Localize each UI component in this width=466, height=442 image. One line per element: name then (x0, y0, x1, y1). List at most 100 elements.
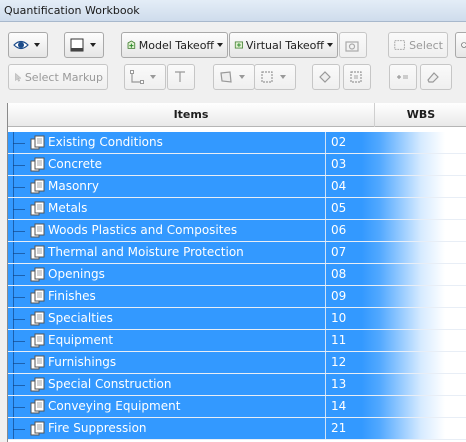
table-row[interactable]: Furnishings 12 (8, 352, 466, 374)
group-icon (350, 71, 362, 83)
table-row[interactable]: Concrete 03 (8, 154, 466, 176)
catalog-item-icon (30, 201, 45, 216)
table-row[interactable]: Woods Plastics and Composites 06 (8, 220, 466, 242)
row-item-name: Openings (48, 267, 105, 281)
chevron-down-icon (217, 43, 223, 47)
tree-connector (13, 396, 27, 418)
virtual-takeoff-label: Virtual Takeoff (245, 38, 324, 52)
area-takeoff-button[interactable] (213, 64, 255, 90)
row-wbs-code: 05 (325, 198, 445, 219)
row-item-name: Special Construction (48, 377, 172, 391)
model-takeoff-icon (127, 40, 136, 49)
catalog-item-icon (30, 179, 45, 194)
table-row[interactable]: Openings 08 (8, 264, 466, 286)
model-takeoff-label: Model Takeoff (138, 38, 214, 52)
table-row[interactable]: Specialties 10 (8, 308, 466, 330)
tree-connector (13, 308, 27, 330)
catalog-item-icon (30, 157, 45, 172)
tree-connector (13, 418, 27, 440)
table-row[interactable]: Masonry 04 (8, 176, 466, 198)
row-wbs-code: 11 (325, 330, 445, 351)
rectangle-takeoff-button[interactable] (254, 64, 296, 90)
select-markup-button[interactable]: Select Markup (8, 64, 108, 90)
column-header-wbs[interactable]: WBS (375, 103, 466, 127)
catalog-item-icon (30, 267, 45, 282)
row-wbs-code: 06 (325, 220, 445, 241)
select-button[interactable]: Select (388, 32, 448, 58)
options-icon (461, 42, 466, 48)
catalog-item-icon (30, 377, 45, 392)
row-item-name: Specialties (48, 311, 113, 325)
catalog-item-icon (30, 399, 45, 414)
visibility-button[interactable] (8, 32, 48, 58)
erase-markup-button[interactable] (420, 64, 452, 90)
table-row[interactable]: Equipment 11 (8, 330, 466, 352)
select-icon (394, 40, 405, 50)
row-wbs-code: 08 (325, 264, 445, 285)
cursor-arrow-icon (15, 72, 22, 82)
camera-sync-button[interactable] (339, 32, 367, 58)
catalog-item-icon (30, 223, 45, 238)
catalog-item-icon (30, 135, 45, 150)
tree-connector (13, 154, 27, 176)
column-header-items[interactable]: Items (8, 103, 375, 127)
eye-icon (13, 40, 29, 50)
grid-rows: Existing Conditions 02 Concrete 03 Masonry 04… (8, 132, 466, 440)
tree-connector (13, 132, 27, 154)
row-item-name: Finishes (48, 289, 96, 303)
row-item-name: Thermal and Moisture Protection (48, 245, 244, 259)
select-markup-label: Select Markup (24, 70, 103, 84)
table-row[interactable]: Finishes 09 (8, 286, 466, 308)
panel-icon (70, 38, 84, 52)
tree-connector (13, 242, 27, 264)
chevron-down-icon (239, 75, 245, 79)
catalog-item-icon (30, 355, 45, 370)
row-item-name: Masonry (48, 179, 99, 193)
view-button[interactable] (64, 32, 104, 58)
camera-icon (345, 41, 359, 52)
tree-connector (13, 330, 27, 352)
row-wbs-code: 04 (325, 176, 445, 197)
count-takeoff-button[interactable] (167, 64, 195, 90)
catalog-item-icon (30, 333, 45, 348)
paint-bucket-icon (319, 71, 331, 83)
rectangle-shape-icon (261, 71, 273, 83)
catalog-item-icon (30, 421, 45, 436)
row-item-name: Equipment (48, 333, 114, 347)
table-row[interactable]: Conveying Equipment 14 (8, 396, 466, 418)
catalog-item-icon (30, 289, 45, 304)
model-takeoff-button[interactable]: Model Takeoff (121, 32, 228, 58)
virtual-takeoff-button[interactable]: Virtual Takeoff (229, 32, 338, 58)
tree-connector (13, 286, 27, 308)
row-item-name: Metals (48, 201, 88, 215)
chevron-down-icon (280, 75, 286, 79)
row-wbs-code: 13 (325, 374, 445, 395)
group-markup-button[interactable] (343, 64, 371, 90)
row-wbs-code: 02 (325, 132, 445, 153)
fill-button[interactable] (312, 64, 340, 90)
toolbar-primary: Model Takeoff Virtual Takeoff Select (0, 29, 466, 63)
table-row[interactable]: Existing Conditions 02 (8, 132, 466, 154)
catalog-item-icon (30, 311, 45, 326)
linear-takeoff-button[interactable] (124, 64, 166, 90)
tree-connector (13, 352, 27, 374)
grid-header: Items WBS (8, 103, 466, 127)
overflow-button[interactable] (455, 32, 466, 58)
row-divider (8, 439, 466, 440)
table-row[interactable]: Fire Suppression 21 (8, 418, 466, 440)
virtual-takeoff-icon (234, 41, 243, 49)
table-row[interactable]: Thermal and Moisture Protection 07 (8, 242, 466, 264)
add-markup-button[interactable] (389, 64, 417, 90)
tree-connector (13, 264, 27, 286)
catalog-item-icon (30, 245, 45, 260)
table-row[interactable]: Metals 05 (8, 198, 466, 220)
add-markup-icon (397, 75, 408, 79)
row-item-name: Woods Plastics and Composites (48, 223, 238, 237)
window-title: Quantification Workbook (0, 0, 466, 22)
toolbar-secondary: Select Markup (0, 62, 466, 96)
row-wbs-code: 09 (325, 286, 445, 307)
row-wbs-code: 07 (325, 242, 445, 263)
row-wbs-code: 03 (325, 154, 445, 175)
tree-connector (13, 176, 27, 198)
table-row[interactable]: Special Construction 13 (8, 374, 466, 396)
